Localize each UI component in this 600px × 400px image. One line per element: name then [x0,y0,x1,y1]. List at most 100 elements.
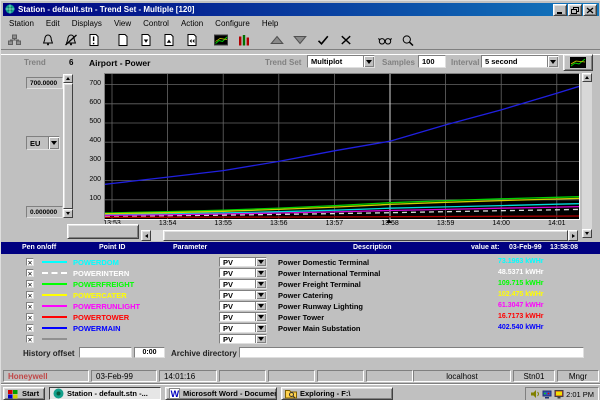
window-titlebar[interactable]: Station - default.stn - Trend Set - Mult… [3,3,599,16]
cursor-caret-icon [386,219,392,223]
pen-checkbox[interactable] [26,335,34,343]
minimize-button[interactable] [553,4,567,16]
parameter-dropdown-arrow[interactable] [255,335,266,343]
pen-checkbox[interactable] [26,258,34,266]
y-scroll-down-icon[interactable] [63,209,73,218]
menu-view[interactable]: View [108,19,137,28]
start-button[interactable]: Start [3,387,45,400]
lower-triangle-icon[interactable] [288,30,311,49]
history-offset-field[interactable] [79,347,132,358]
pen-color-sample [42,283,67,285]
parameter-select[interactable]: PV [219,257,267,267]
right-scroll-down-icon[interactable] [582,229,592,238]
tray-icons [530,389,566,400]
station-icon[interactable] [3,30,26,49]
chart-corner-button[interactable] [67,224,139,239]
point-id: POWERCATER [73,291,217,300]
page-down-icon[interactable] [134,30,157,49]
task-button-explorer[interactable]: Exploring - F:\ [281,387,393,400]
parameter-dropdown-arrow[interactable] [255,280,266,288]
trend-set-dropdown-arrow[interactable] [363,56,374,67]
header-value-date: 03-Feb-99 [509,244,542,251]
menu-displays[interactable]: Displays [66,19,108,28]
pen-checkbox[interactable] [26,302,34,310]
page-recall-icon[interactable] [180,30,203,49]
menu-station[interactable]: Station [3,19,40,28]
parameter-select[interactable]: PV [219,312,267,322]
eu-select[interactable]: EU [26,136,60,150]
range-max-field[interactable]: 700.0000 [26,77,63,89]
network-tray-icon[interactable] [542,392,554,400]
menu-edit[interactable]: Edit [40,19,66,28]
trend-set-select[interactable]: Multiplot [307,55,375,68]
y-tick-label: 500 [75,118,101,125]
y-scroll-up-icon[interactable] [63,74,73,83]
zoom-magnifier-icon[interactable] [396,30,419,49]
close-button[interactable] [583,4,597,16]
scroll-left-icon[interactable] [141,230,151,241]
parameter-select[interactable]: PV [219,268,267,278]
group-bars-icon[interactable] [232,30,255,49]
time-scroll-thumb[interactable] [163,230,568,241]
scroll-right-icon[interactable] [568,230,578,241]
menu-action[interactable]: Action [175,19,209,28]
task-button-word[interactable]: WMicrosoft Word - Document1 [165,387,277,400]
parameter-dropdown-arrow[interactable] [255,324,266,332]
windows-logo-icon [7,388,19,400]
point-id: POWERMAIN [73,324,217,333]
display-tray-icon[interactable] [554,392,566,400]
associated-display-glasses-icon[interactable] [373,30,396,49]
pen-row: POWERDOMPVPower Domestic Terminal73.1963… [1,257,600,268]
raise-triangle-icon[interactable] [265,30,288,49]
parameter-select[interactable]: PV [219,301,267,311]
right-scrollbar[interactable] [582,73,592,238]
trend-display-button[interactable] [563,54,593,71]
parameter-dropdown-arrow[interactable] [255,269,266,277]
page-up-icon[interactable] [157,30,180,49]
parameter-select[interactable]: PV [219,323,267,333]
parameter-dropdown-arrow[interactable] [255,258,266,266]
table-header: Pen on/off Point ID Parameter Descriptio… [1,242,600,254]
menu-help[interactable]: Help [256,19,284,28]
history-offset-label: History offset [23,349,75,358]
interval-select[interactable]: 5 second [481,55,559,68]
samples-field[interactable]: 100 [418,55,446,68]
volume-tray-icon[interactable] [530,392,542,400]
y-axis-scrollbar[interactable] [63,74,73,218]
alarm-bell-disabled-icon[interactable] [59,30,82,49]
pen-checkbox[interactable] [26,313,34,321]
parameter-dropdown-arrow[interactable] [255,302,266,310]
pen-checkbox[interactable] [26,269,34,277]
restore-button[interactable] [568,4,582,16]
cancel-x-icon[interactable] [334,30,357,49]
x-tick-label: 13:54 [154,220,182,227]
parameter-select[interactable]: PV [219,290,267,300]
parameter-select[interactable]: PV [219,334,267,344]
menu-configure[interactable]: Configure [209,19,256,28]
trend-set-label: Trend Set [265,58,301,67]
task-button-station[interactable]: Station - default.stn -... [49,387,161,400]
system-tray: 2:01 PM [525,387,599,400]
pen-row: POWERMAINPVPower Main Substation402.540 … [1,323,600,334]
range-min-field[interactable]: 0.000000 [26,206,63,218]
time-scrollbar[interactable] [141,230,578,241]
pen-checkbox[interactable] [26,291,34,299]
eu-dropdown-arrow[interactable] [48,137,59,149]
pen-checkbox[interactable] [26,280,34,288]
parameter-dropdown-arrow[interactable] [255,313,266,321]
parameter-select[interactable]: PV [219,279,267,289]
trend-display-icon[interactable] [209,30,232,49]
pen-checkbox[interactable] [26,324,34,332]
page-blank-icon[interactable] [111,30,134,49]
plot-area[interactable] [104,73,580,220]
history-offset-time-field[interactable]: 0:00 [134,347,165,358]
right-scroll-up-icon[interactable] [582,73,592,82]
y-scroll-thumb[interactable] [63,83,73,209]
message-page-icon[interactable] [82,30,105,49]
menu-control[interactable]: Control [137,19,175,28]
alarm-bell-icon[interactable] [36,30,59,49]
accept-check-icon[interactable] [311,30,334,49]
interval-dropdown-arrow[interactable] [547,56,558,67]
archive-directory-field[interactable] [239,347,584,358]
parameter-dropdown-arrow[interactable] [255,291,266,299]
